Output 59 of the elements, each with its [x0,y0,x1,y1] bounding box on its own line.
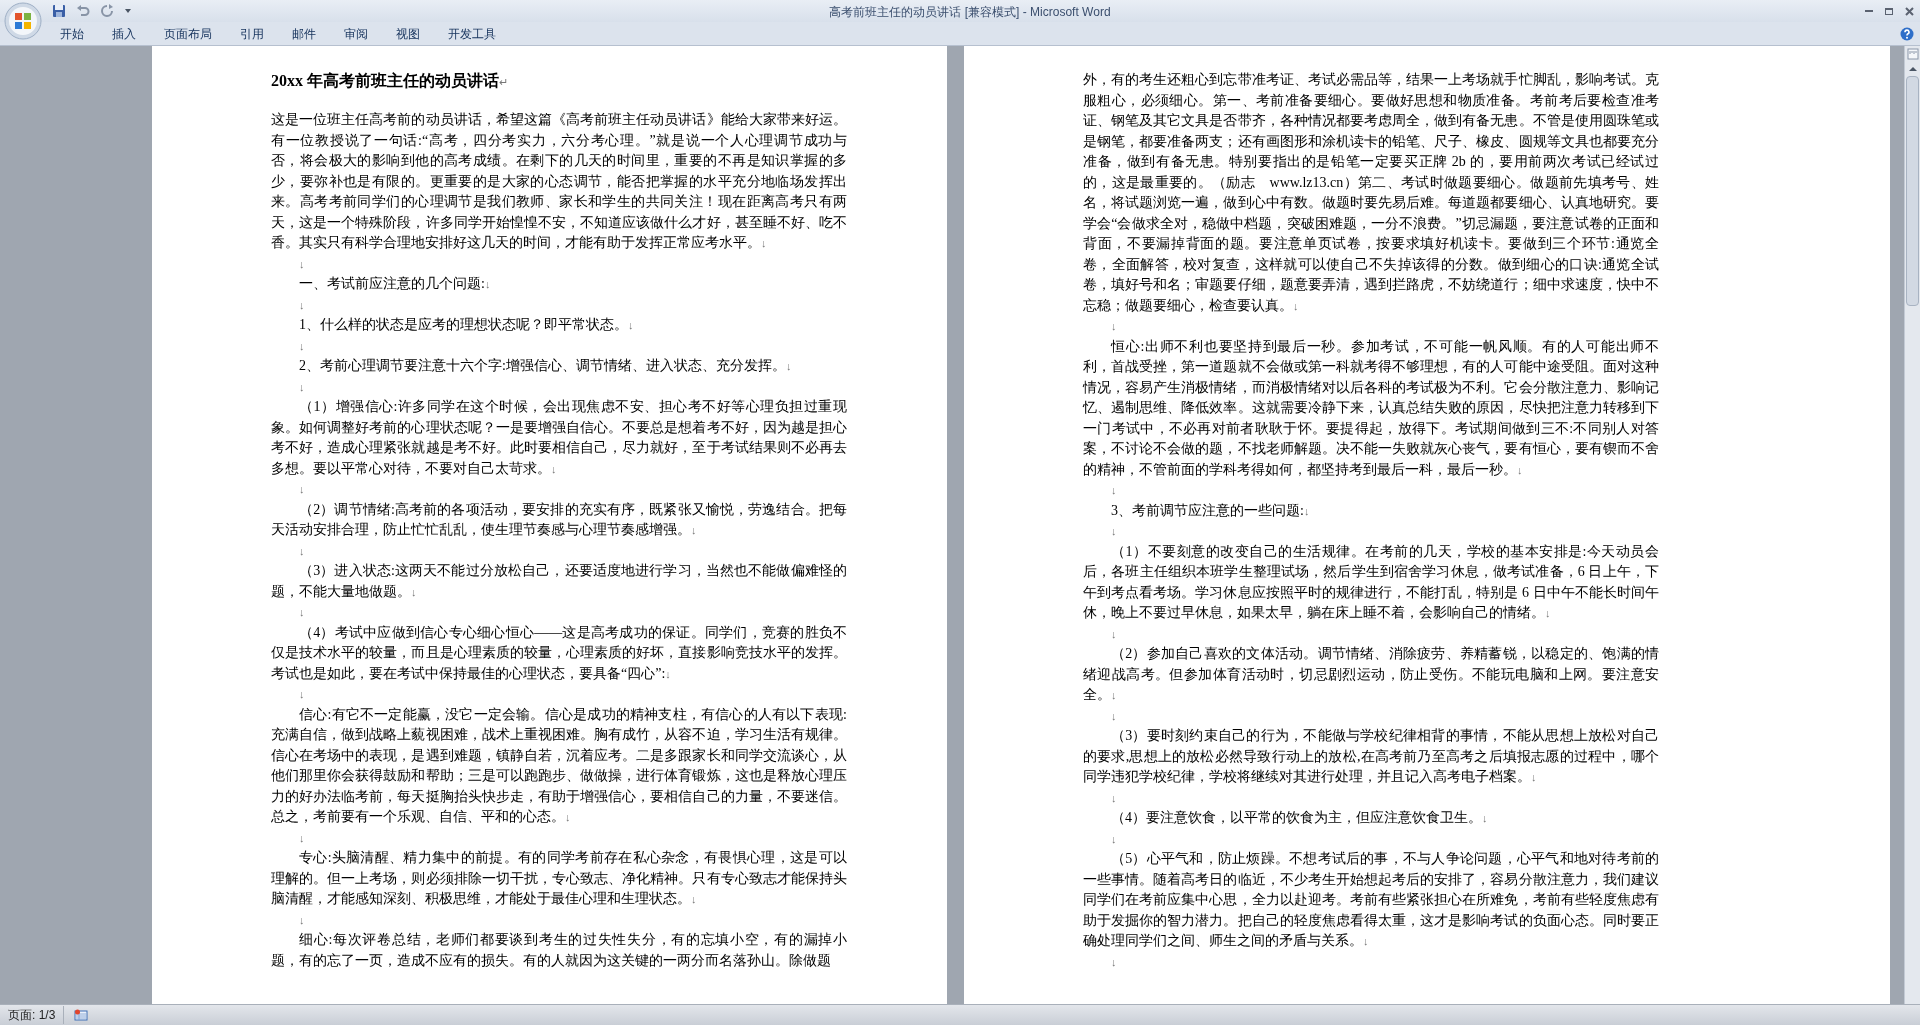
paragraph-mark: ↓ [1110,831,1118,847]
paragraph: （1）增强信心:许多同学在这个时候，会出现焦虑不安、担心考不好等心理负担过重现象。如何调整好考前的心理状态呢？一是要增强自信心。不要总是想着考不好，因为越是担心考不好，造成心理紧张就越是考不好。此时要相信自己，尽力就好，至于考试结果则不必再去多想。要以平常心对待，不要对自己太苛求。↓ [271,398,847,478]
ribbon-tab[interactable]: 邮件 [278,22,330,45]
paragraph-mark: ↓ [298,687,306,702]
paragraph: 专心:头脑清醒、精力集中的前提。有的同学考前存在私心杂念，有畏惧心理，这是可以理解的。但一上考场，则必须排除一切干扰，专心致志、净化精神。只有专心致志才能保持头脑清醒，才能感知深刻、积极思维，才能处于最佳心理和生理状态。↓ [271,849,847,908]
document-title: 20xx 年高考前班主任的动员讲话↵ [271,71,509,91]
page-count-text[interactable]: 页面: 1/3 [0,1006,65,1024]
undo-icon[interactable] [76,4,90,18]
vertical-scrollbar[interactable] [1904,46,1920,1004]
paragraph: （3）要时刻约束自己的行为，不能做与学校纪律相背的事情，不能从思想上放松对自己的要求,思想上的放松必然导致行动上的放松,在高考前乃至高考之后填报志愿的过程中，哪个同学违犯学校纪律，学校将继续对其进行处理，并且记入高考电子档案。↓ [1083,727,1659,786]
paragraph: （2）调节情绪:高考前的各项活动，要安排的充实有序，既紧张又愉悦，劳逸结合。把每天活动安排合理，防止忙忙乱乱，使生理节奏感与心理节奏感增强。↓ [271,500,847,539]
close-icon[interactable] [1905,6,1914,16]
ribbon-tab[interactable]: 开发工具 [434,22,510,45]
paragraph-mark: ↓ [1110,790,1118,806]
paragraph-mark: ↓ [298,830,306,846]
paragraph: 外，有的考生还粗心到忘带准考证、考试必需品等，结果一上考场就手忙脚乱，影响考试。克服粗心，必须细心。第一、考前准备要细心。要做好思想和物质准备。考前考后要检查准考证、钢笔及其它文具是否带齐，各种情况都要考虑周全，做到有备无患。不管是使用圆珠笔或是钢笔，都要准备两支；还有画图形和涂机读卡的铅笔、尺子、橡皮、圆规等文具也都要充分准备，做到有备无患。特别要指出的是铅笔一定要买正牌 2b 的，要用前两次考试已经试过的，这是最重要的。（励志 www.lz13.cn）第二、考试时做题要细心。做题前先填考号、姓名，将试题浏览一遍，做到心中有数。做题时要先易后难。每道题都要细心、认真地研究。要学会“会做求全对，稳做中档题，突破困难题，一分不浪费。”切忌漏题，要注意试卷的正面和背面，不要漏掉背面的题。要注意单页试卷，按要求填好机读卡。要做到三个环节:通览全卷，全面解答，校对复查，这样就可以使自己不失掉该得的分数。做到细心的口诀:通览全试卷，填好号和名；审题要仔细，题意要弄清，遇到拦路虎，不妨绕道行；细中求速度，快中不忘稳；做题要细心，检查要认真。↓ [1083,71,1659,315]
ribbon-tab[interactable]: 引用 [226,22,278,45]
paragraph: 1、什么样的状态是应考的理想状态呢？即平常状态。↓ [298,316,635,334]
window-title: 高考前班主任的动员讲话 [兼容模式] - Microsoft Word [828,4,1112,21]
paragraph: （5）心平气和，防止烦躁。不想考试后的事，不与人争论问题，心平气和地对待考前的一些事情。随着高考日的临近，不少考生开始想起考后的安排了，容易分散注意力，我们建议同学们在考前应集中心思，全力以赴迎考。考前有些紧张担心在所难免，考前有些轻度焦虑有助于发掘你的智力潜力。把自己的轻度焦虑看得太重，这才是影响考试的负面心态。同时要正确处理同学们之间、师生之间的矛盾与关系。↓ [1083,850,1659,950]
paragraph-mark: ↓ [298,543,306,559]
paragraph: （1）不要刻意的改变自己的生活规律。在考前的几天，学校的基本安排是:今天动员会后，各班主任组织本班学生整理试场，然后学生到宿舍学习休息，做考试准备，6 日上午，下午到考点看考场。学习休息应按照平时的规律进行，不能打乱，特别是 6 日中午不能长时间午休，晚上不要过早休息，如果太早，躺在床上睡不着，会影响自己的情绪。↓ [1083,542,1659,622]
paragraph: 恒心:出师不利也要坚持到最后一秒。参加考试，不可能一帆风顺。有的人可能出师不利，首战受挫，第一道题就不会做或第一科就考得不够理想，有的人可能中途受阻。面对这种情况，容易产生消极情绪，而消极情绪对以后各科的考试极为不利。它会分散注意力、影响记忆、遏制思维、降低效率。这就需要冷静下来，认真总结失败的原因，尽快把注意力转移到下一门考试中，不必再对前者耿耿于怀。要提得起，放得下。考试期间做到三不:不同别人对答案，不讨论不会做的题，不找老师解题。决不能一失败就灰心丧气，要有恒心，要有锲而不舍的精神，不管前面的学科考得如何，都坚持考到最后一科，最后一秒。↓ [1083,337,1659,479]
paragraph: （4）要注意饮食，以平常的饮食为主，但应注意饮食卫生。↓ [1110,809,1489,827]
scrollbar-thumb[interactable] [1906,76,1919,306]
paragraph: （2）参加自己喜欢的文体活动。调节情绪、消除疲劳、养精蓄锐，以稳定的、饱满的情绪迎战高考。但参加体育活动时，切忌剧烈运动，防止受伤。不能玩电脑和上网。要注意安全。↓ [1083,645,1659,704]
paragraph-mark: ↓ [1110,524,1118,539]
paragraph-mark: ↓ [1110,708,1118,724]
paragraph-mark: ↓ [1110,626,1118,642]
ribbon-tab[interactable]: 视图 [382,22,434,45]
paragraph: 3、考前调节应注意的一些问题:↓ [1110,501,1311,520]
paragraph-mark: ↓ [298,912,306,928]
paragraph: 细心:每次评卷总结，老师们都要谈到考生的过失性失分，有的忘填小空，有的漏掉小题，有的忘了一页，造成不应有的损失。有的人就因为这关键的一两分而名落孙山。除做题 [271,931,847,970]
paragraph: 一、考试前应注意的几个问题:↓ [298,275,492,293]
help-icon[interactable] [1900,26,1914,41]
ribbon-tab[interactable]: 开始 [46,22,98,45]
document-icon[interactable] [74,1009,89,1021]
paragraph-mark: ↓ [298,482,306,497]
paragraph: 2、考前心理调节要注意十六个字:增强信心、调节情绪、进入状态、充分发挥。↓ [298,357,793,375]
paragraph-mark: ↓ [298,297,306,313]
paragraph-mark: ↓ [298,256,306,272]
paragraph: （3）进入状态:这两天不能过分放松自己，还要适度地进行学习，当然也不能做偏难怪的题，不能大量地做题。↓ [271,562,847,601]
ribbon-tab[interactable]: 插入 [98,22,150,45]
ribbon-tab[interactable]: 审阅 [330,22,382,45]
paragraph-mark: ↓ [1110,954,1118,970]
paragraph-mark: ↓ [1110,319,1118,334]
paragraph-mark: ↓ [1110,483,1118,498]
save-icon[interactable] [52,4,66,18]
office-button[interactable] [4,2,42,40]
ribbon-tab[interactable]: 页面布局 [150,22,226,45]
scroll-up-icon[interactable] [1907,64,1918,74]
paragraph: 这是一位班主任高考前的动员讲话，希望这篇《高考前班主任动员讲话》能给大家带来好运。有一位教授说了一句话:“高考，四分考实力，六分考心理。”就是说一个人心理调节成功与否，将会极大的影响到他的高考成绩。在剩下的几天的时间里，重要的不再是知识掌握的多少，要弥补也是有限的。更重要的是大家的心态调节，能否把掌握的水平充分地临场发挥出来。高考考前同学们的心理调节是我们教师、家长和学生的共同关注！现在距离高考只有两天，这是一个特殊阶段，许多同学开始惶惶不安，不知道应该做什么才好，甚至睡不好、吃不香。其实只有科学合理地安排好这几天的时间，才能有助于发挥正常应考水平。↓ [271,111,847,252]
customize-caret-icon[interactable] [124,7,132,15]
paragraph-mark: ↓ [298,605,306,620]
redo-icon[interactable] [100,4,114,18]
paragraph: 信心:有它不一定能赢，没它一定会输。信心是成功的精神支柱，有信心的人有以下表现:充满自信，做到战略上藐视困难，战术上重视困难。胸有成竹，从容不迫，学习生活有规律。信心在考场中的表现，是遇到难题，镇静自若，沉着应考。二是多跟家长和同学交流谈心，从他们那里你会获得鼓励和帮助；三是可以跑跑步、做做操，进行体育锻炼，这也是释放心理压力的好办法临考前，每天挺胸抬头快步走，有助于增强信心，要相信自己的力量，不要迷信。总之，考前要有一个乐观、自信、平和的心态。↓ [271,705,847,826]
paragraph-mark: ↓ [298,379,306,395]
paragraph: （4）考试中应做到信心专心细心恒心——这是高考成功的保证。同学们，竞赛的胜负不仅是技术水平的较量，而且是心理素质的较量，心理素质的好坏，直接影响竞技水平的发挥。考试也是如此，要在考试中保持最佳的心理状态，要具备“四心”:↓ [271,623,847,683]
paragraph-mark: ↓ [298,338,306,354]
